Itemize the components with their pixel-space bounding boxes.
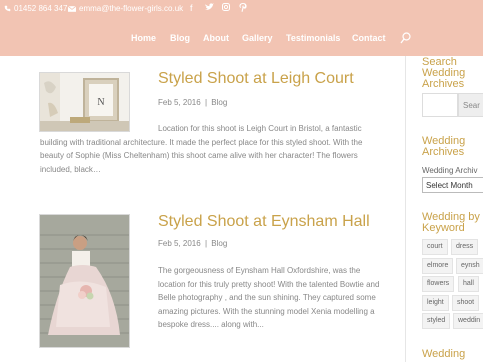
facebook-icon[interactable]: f [190,3,193,13]
post-meta: Feb 5, 2016 | Blog [158,239,227,248]
email-contact[interactable]: emma@the-flower-girls.co.uk [68,4,183,13]
post-excerpt: The gorgeousness of Eynsham Hall Oxfords… [158,266,380,330]
tag-flowers[interactable]: flowers [422,276,455,292]
nav-item-gallery[interactable]: Gallery [242,33,273,43]
search-input[interactable] [422,93,458,117]
phone-contact[interactable]: 01452 864 347 [4,4,67,13]
post-meta: Feb 5, 2016 | Blog [158,98,227,107]
tag-elmore[interactable]: elmore [422,258,454,274]
tag-hall[interactable]: hall [458,276,479,292]
instagram-icon[interactable] [222,3,230,13]
meta-separator: | [204,98,208,107]
search-icon[interactable] [400,32,411,44]
tag-wedding[interactable]: weddin [453,313,483,329]
post-category[interactable]: Blog [211,98,227,107]
main-header: Home Blog About Gallery Testimonials Con… [0,18,483,56]
sidebar-divider [405,56,406,362]
widget-title-keyword: Wedding by Keyword [422,211,480,234]
tag-eynsham[interactable]: eynsh [456,258,483,274]
nav-item-blog[interactable]: Blog [170,33,190,43]
archives-select[interactable]: Select Month [422,177,483,193]
email-address: emma@the-flower-girls.co.uk [79,4,184,13]
nav-item-testimonials[interactable]: Testimonials [286,33,340,43]
post-excerpt: Location for this shoot is Leigh Court i… [40,124,363,174]
post-date: Feb 5, 2016 [158,239,201,248]
meta-separator: | [204,239,208,248]
nav-item-about[interactable]: About [203,33,229,43]
nav-item-contact[interactable]: Contact [352,33,386,43]
blog-content: N Styled Shoot at Leigh Court Feb 5, 201… [0,56,405,362]
tag-dress[interactable]: dress [451,239,479,255]
widget-title-search: Search Wedding Archives [422,56,466,90]
search-button[interactable]: Sear [458,93,483,117]
widget-title-archives: Wedding Archives [422,135,466,158]
post-date: Feb 5, 2016 [158,98,201,107]
post-title[interactable]: Styled Shoot at Eynsham Hall [158,213,370,231]
archives-label: Wedding Archiv [422,166,478,175]
post-category[interactable]: Blog [211,239,227,248]
svg-text:N: N [97,97,104,108]
pinterest-icon[interactable] [239,3,247,14]
nav-item-home[interactable]: Home [131,33,156,43]
tag-styled[interactable]: styled [422,313,451,329]
tag-court[interactable]: court [422,239,448,255]
post-thumbnail[interactable] [39,214,130,348]
twitter-icon[interactable] [205,3,214,13]
tag-leight[interactable]: leight [422,295,449,311]
post-title[interactable]: Styled Shoot at Leigh Court [158,70,354,88]
tag-shoot[interactable]: shoot [452,295,480,311]
top-bar: 01452 864 347 emma@the-flower-girls.co.u… [0,0,483,18]
mail-icon [68,5,76,12]
bride-portrait-image [40,215,129,347]
phone-number: 01452 864 347 [14,4,68,13]
phone-icon [4,5,11,12]
widget-title-next: Wedding [422,348,466,360]
